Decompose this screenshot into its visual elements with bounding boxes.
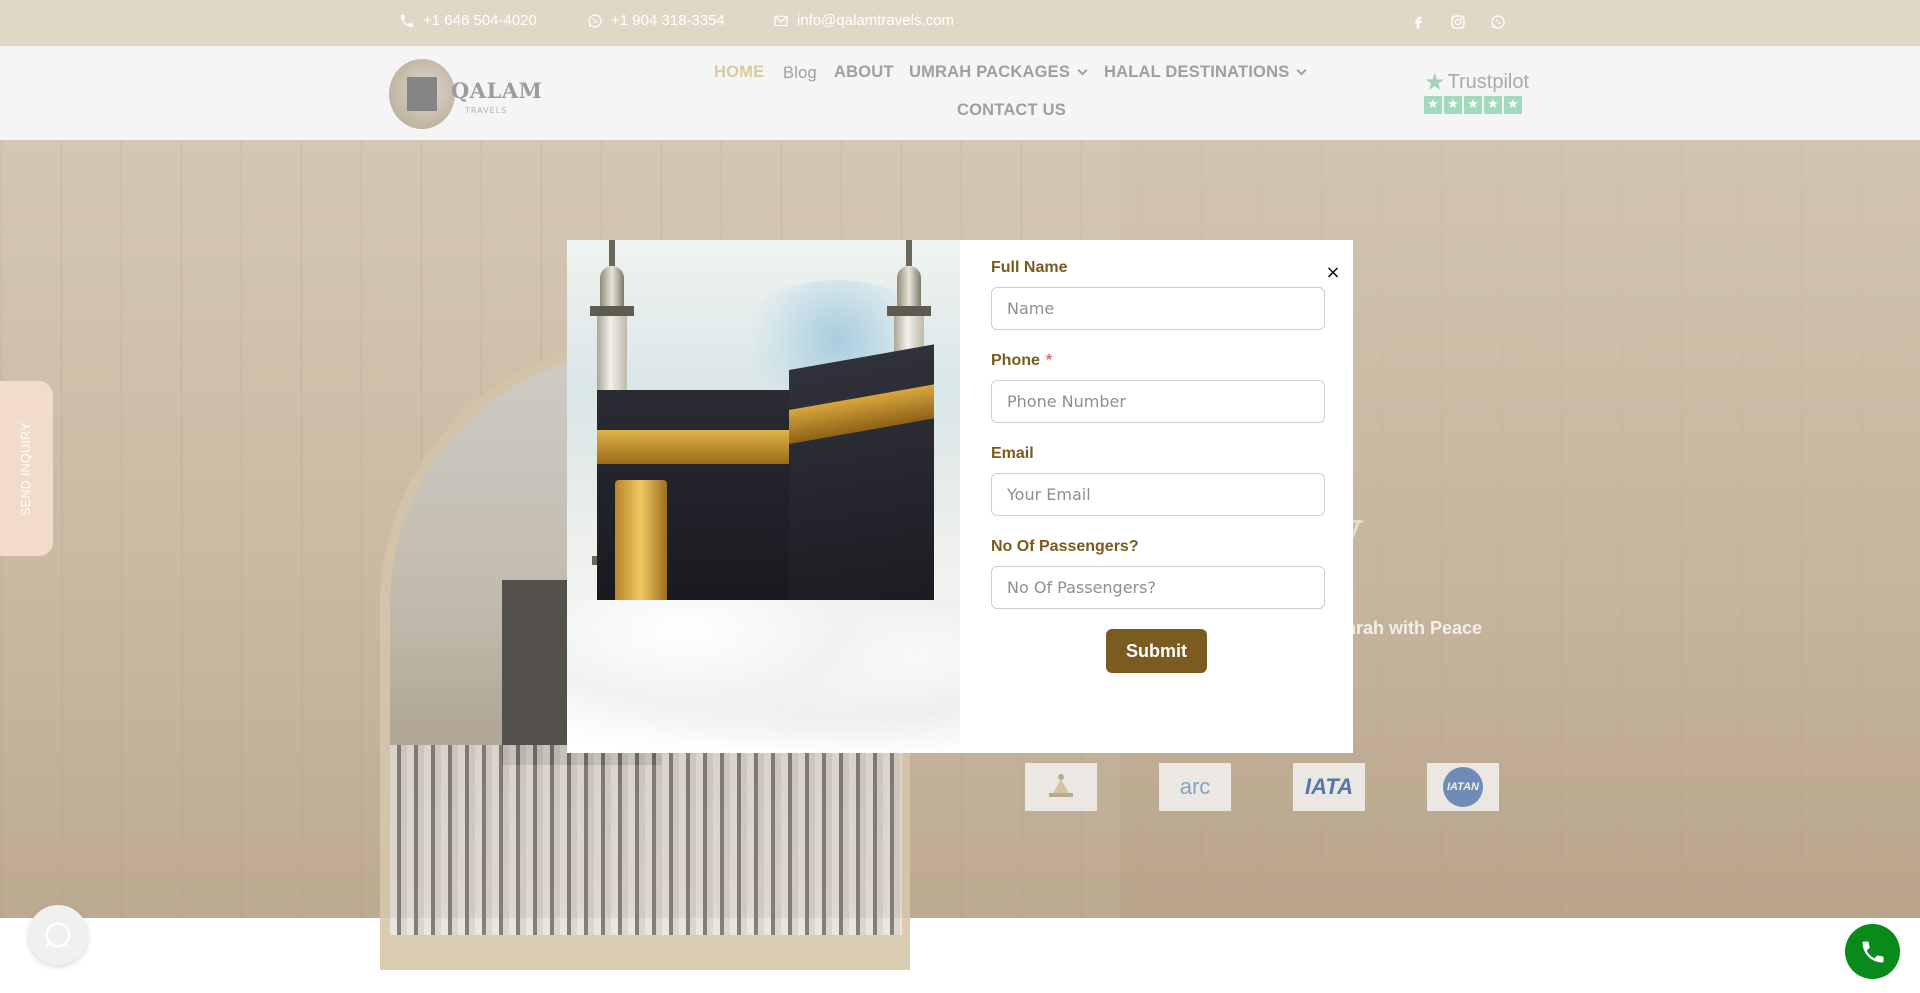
whatsapp-chat-button[interactable]	[28, 905, 88, 965]
call-button[interactable]	[1845, 924, 1900, 979]
phone-label: Phone *	[991, 352, 1052, 370]
submit-button[interactable]: Submit	[1106, 629, 1207, 673]
phone-input[interactable]	[991, 380, 1325, 423]
required-marker: *	[1045, 352, 1053, 369]
phone-label-text: Phone	[991, 352, 1040, 369]
inquiry-form: × Full Name Phone * Email No Of Passenger…	[960, 240, 1353, 753]
whatsapp-icon	[45, 922, 71, 948]
send-inquiry-label: SEND INQUIRY	[19, 422, 33, 516]
modal-kaaba-illustration	[567, 240, 960, 753]
clouds-illustration	[567, 600, 960, 753]
full-name-label: Full Name	[991, 259, 1068, 276]
passengers-label: No Of Passengers?	[991, 538, 1139, 555]
kaaba-gold-band	[597, 430, 789, 464]
passengers-input[interactable]	[991, 566, 1325, 609]
send-inquiry-tab[interactable]: SEND INQUIRY	[0, 381, 53, 556]
kaaba-door	[615, 480, 667, 612]
full-name-input[interactable]	[991, 287, 1325, 330]
inquiry-modal: × Full Name Phone * Email No Of Passenger…	[567, 240, 1353, 753]
email-label: Email	[991, 445, 1034, 462]
phone-icon	[1862, 941, 1883, 962]
close-icon[interactable]: ×	[1323, 263, 1343, 283]
email-input[interactable]	[991, 473, 1325, 516]
